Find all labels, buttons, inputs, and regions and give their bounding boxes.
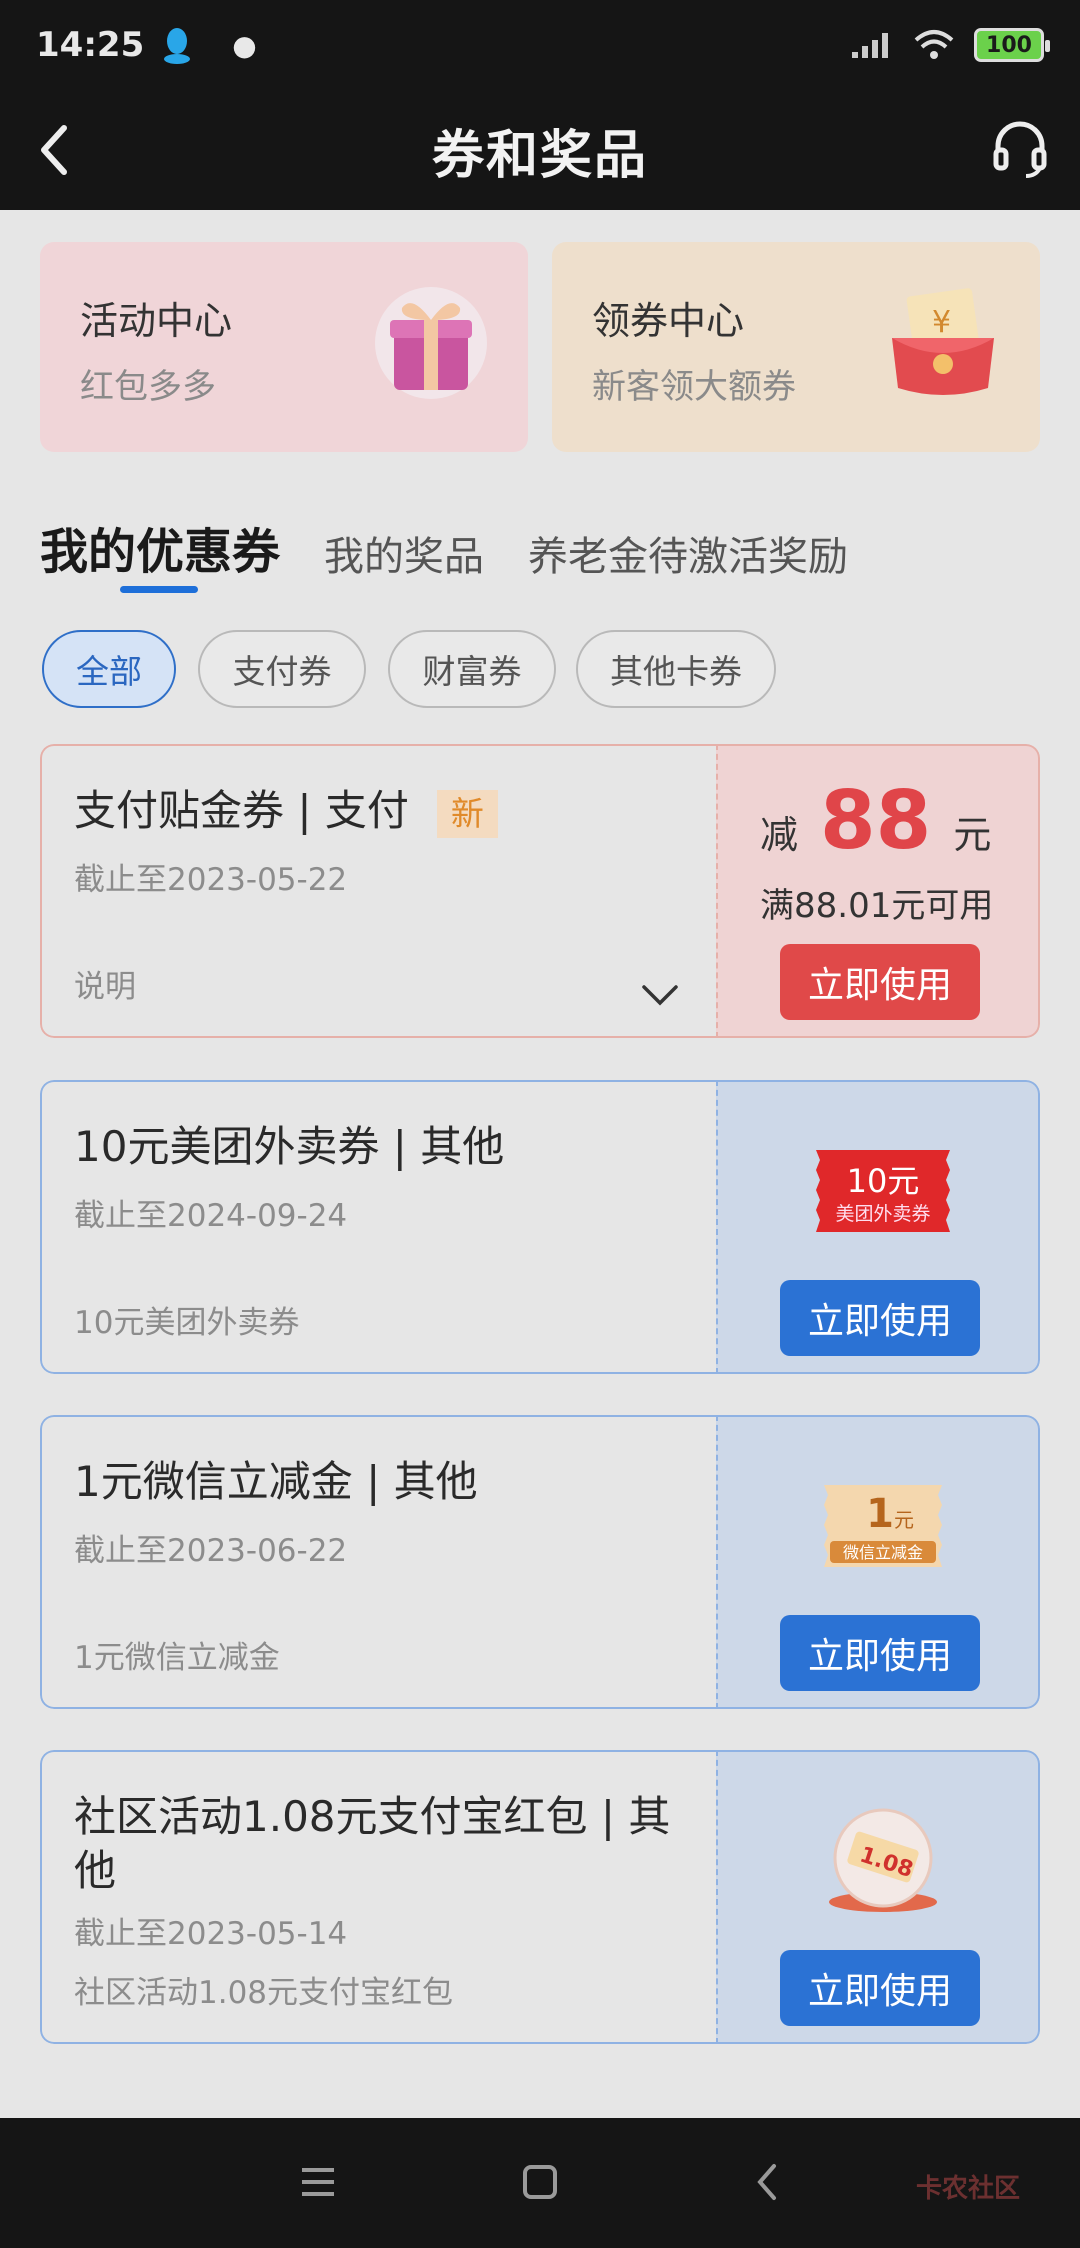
coupon-card: 10元美团外卖券 | 其他 截止至2024-09-24 10元美团外卖券 10元… <box>40 1080 1040 1374</box>
notification-dot: ● <box>232 28 257 62</box>
wifi-icon <box>914 30 954 59</box>
app-header: 券和奖品 <box>0 90 1080 210</box>
qq-icon <box>164 28 191 64</box>
thumb-main-text: 10元 <box>847 1162 920 1200</box>
back-arrow-icon[interactable] <box>26 118 86 182</box>
coupon-description[interactable]: 说明 <box>74 961 136 1006</box>
coupon-action-area: 1.08 立即使用 <box>716 1750 1040 2044</box>
new-badge: 新 <box>436 789 498 838</box>
battery-icon: 100 <box>974 28 1050 62</box>
alipay-red-packet-thumbnail: 1.08 <box>829 1808 937 1912</box>
coupon-amount: 减 88 元 <box>760 774 991 867</box>
coupon-title: 支付贴金券 | 支付新 <box>74 784 674 838</box>
active-tab-indicator <box>120 586 198 593</box>
thumb-main-text: 1 <box>866 1491 894 1537</box>
svg-text:¥: ¥ <box>932 305 951 340</box>
coupon-expiry: 截止至2023-05-22 <box>74 862 348 898</box>
amount-value: 88 <box>820 774 932 867</box>
amount-unit: 元 <box>953 813 992 857</box>
wechat-cash-thumbnail: 1 元 微信立减金 <box>824 1485 942 1567</box>
use-now-button[interactable]: 立即使用 <box>780 1280 980 1356</box>
filter-all[interactable]: 全部 <box>42 630 176 708</box>
tab-my-coupons[interactable]: 我的优惠券 <box>40 512 280 582</box>
home-icon[interactable] <box>518 2160 562 2204</box>
coupon-info: 支付贴金券 | 支付新 截止至2023-05-22 说明 <box>40 744 716 1038</box>
coupon-info: 10元美团外卖券 | 其他 截止至2024-09-24 10元美团外卖券 <box>40 1080 716 1374</box>
coupon-card: 1元微信立减金 | 其他 截止至2023-06-22 1元微信立减金 1 元 微… <box>40 1415 1040 1709</box>
coupon-action-area: 减 88 元 满88.01元可用 立即使用 <box>716 744 1040 1038</box>
headset-icon[interactable] <box>988 116 1052 180</box>
status-time: 14:25 <box>36 25 145 65</box>
coupon-description: 社区活动1.08元支付宝红包 <box>74 1975 454 2011</box>
coupon-info: 社区活动1.08元支付宝红包 | 其他 截止至2023-05-14 社区活动1.… <box>40 1750 716 2044</box>
amount-prefix: 减 <box>760 813 799 857</box>
coupon-expiry: 截止至2023-06-22 <box>74 1533 348 1569</box>
coupon-condition: 满88.01元可用 <box>760 886 994 926</box>
chevron-down-icon[interactable] <box>640 982 680 1008</box>
coupon-description: 1元微信立减金 <box>74 1640 280 1676</box>
status-bar: 14:25 ● 100 <box>0 0 1080 90</box>
coupon-action-area: 1 元 微信立减金 立即使用 <box>716 1415 1040 1709</box>
coupon-tabs: 我的优惠券 我的奖品 养老金待激活奖励 <box>40 512 892 582</box>
filter-wealth[interactable]: 财富券 <box>388 630 556 708</box>
coupon-expiry: 截止至2024-09-24 <box>74 1198 348 1234</box>
thumb-sub-text: 微信立减金 <box>843 1543 923 1562</box>
red-envelope-icon: ¥ <box>892 288 994 395</box>
coupon-description: 10元美团外卖券 <box>74 1305 300 1341</box>
gift-box-icon <box>375 287 487 399</box>
use-now-button[interactable]: 立即使用 <box>780 944 980 1020</box>
tab-my-prizes[interactable]: 我的奖品 <box>324 524 484 582</box>
filter-payment[interactable]: 支付券 <box>198 630 366 708</box>
thumb-sub-text: 美团外卖券 <box>835 1203 930 1225</box>
coupon-action-area: 10元 美团外卖券 立即使用 <box>716 1080 1040 1374</box>
tab-pension-rewards[interactable]: 养老金待激活奖励 <box>528 524 848 582</box>
coupon-card: 支付贴金券 | 支付新 截止至2023-05-22 说明 减 88 元 满88.… <box>40 744 1040 1038</box>
coupon-card: 社区活动1.08元支付宝红包 | 其他 截止至2023-05-14 社区活动1.… <box>40 1750 1040 2044</box>
coupon-title: 社区活动1.08元支付宝红包 | 其他 <box>74 1792 671 1895</box>
use-now-button[interactable]: 立即使用 <box>780 1615 980 1691</box>
page-title: 券和奖品 <box>431 125 648 186</box>
back-icon[interactable] <box>746 2160 790 2204</box>
system-nav-bar: 卡农社区 <box>0 2118 1080 2248</box>
use-now-button[interactable]: 立即使用 <box>780 1950 980 2026</box>
meituan-coupon-thumbnail: 10元 美团外卖券 <box>816 1150 950 1232</box>
coupon-info: 1元微信立减金 | 其他 截止至2023-06-22 1元微信立减金 <box>40 1415 716 1709</box>
coupon-title-text: 支付贴金券 | 支付 <box>74 786 409 835</box>
coupon-title: 10元美团外卖券 | 其他 <box>74 1122 505 1171</box>
filter-other[interactable]: 其他卡券 <box>576 630 776 708</box>
coupon-title: 1元微信立减金 | 其他 <box>74 1457 478 1506</box>
signal-icon <box>852 33 888 58</box>
menu-icon[interactable] <box>296 2160 340 2204</box>
coupon-expiry: 截止至2023-05-14 <box>74 1916 348 1952</box>
battery-level: 100 <box>986 32 1032 58</box>
coupon-center-card[interactable]: 领券中心 新客领大额券 ¥ <box>552 242 1040 452</box>
watermark-logo: 卡农社区 <box>915 2174 1020 2204</box>
activity-center-card[interactable]: 活动中心 红包多多 <box>40 242 528 452</box>
thumb-unit-text: 元 <box>894 1508 914 1532</box>
